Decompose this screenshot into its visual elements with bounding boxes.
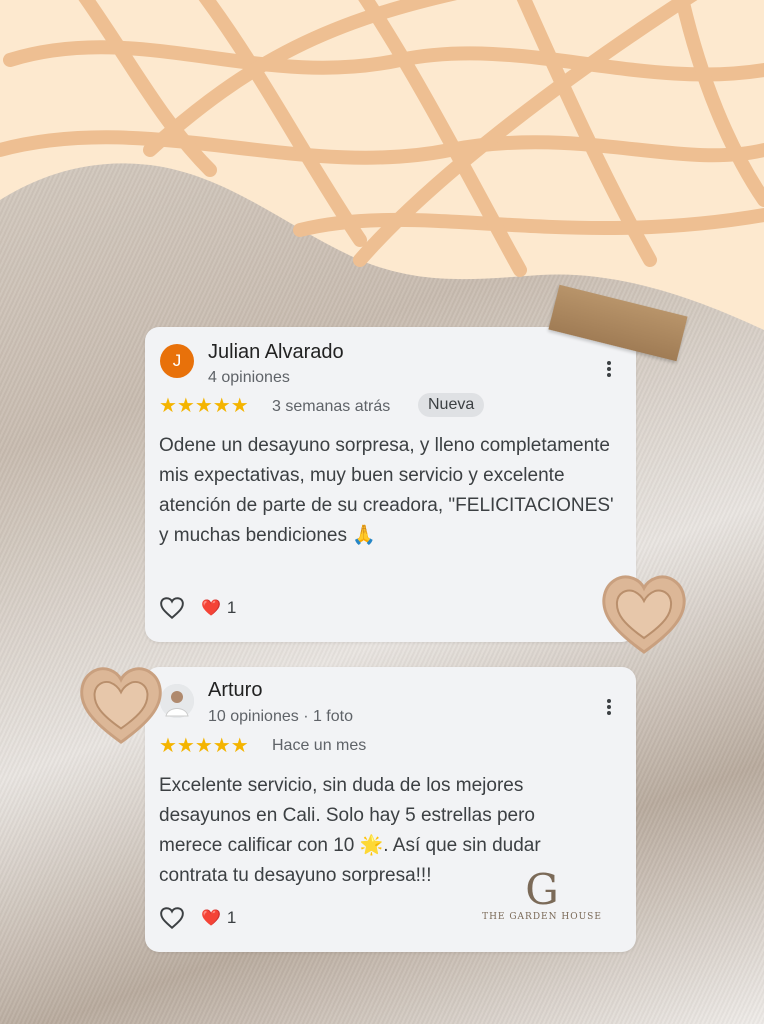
review-date: Hace un mes [272,737,367,754]
avatar[interactable]: J [160,344,194,378]
reviewer-name[interactable]: Arturo [208,679,262,702]
star-icons: ★★★★★ [159,735,249,757]
star-rating: ★★★★★ [159,736,249,756]
reviewer-meta: 4 opiniones [208,369,290,386]
red-heart-icon: ❤️ [201,600,221,617]
review-actions: ❤️ 1 [159,906,236,930]
more-options-icon[interactable] [606,697,612,717]
decorative-lattice-pattern [0,0,764,330]
heart-outline-icon[interactable] [159,906,185,930]
review-actions: ❤️ 1 [159,596,236,620]
heart-wax-seal-icon [602,575,686,654]
heart-outline-icon[interactable] [159,596,185,620]
garden-house-logo: G THE GARDEN HOUSE [480,865,604,923]
heart-reaction[interactable]: ❤️ 1 [201,598,236,618]
new-badge: Nueva [418,393,485,417]
review-card: J Julian Alvarado 4 opiniones ★★★★★ 3 se… [145,327,636,642]
reaction-count: 1 [226,908,237,927]
review-date: 3 semanas atrás [272,398,391,415]
logo-text: THE GARDEN HOUSE [482,912,602,922]
heart-wax-seal-icon [80,667,162,744]
star-rating: ★★★★★ [159,396,249,416]
heart-reaction[interactable]: ❤️ 1 [201,908,236,928]
reaction-count: 1 [226,598,237,617]
more-options-icon[interactable] [606,359,612,379]
red-heart-icon: ❤️ [201,910,221,927]
review-text: Odene un desayuno sorpresa, y lleno comp… [159,435,614,546]
star-icons: ★★★★★ [159,395,249,417]
logo-monogram: G [525,865,559,914]
reviewer-meta: 10 opiniones · 1 foto [208,708,353,725]
reviewer-name[interactable]: Julian Alvarado [208,341,344,364]
